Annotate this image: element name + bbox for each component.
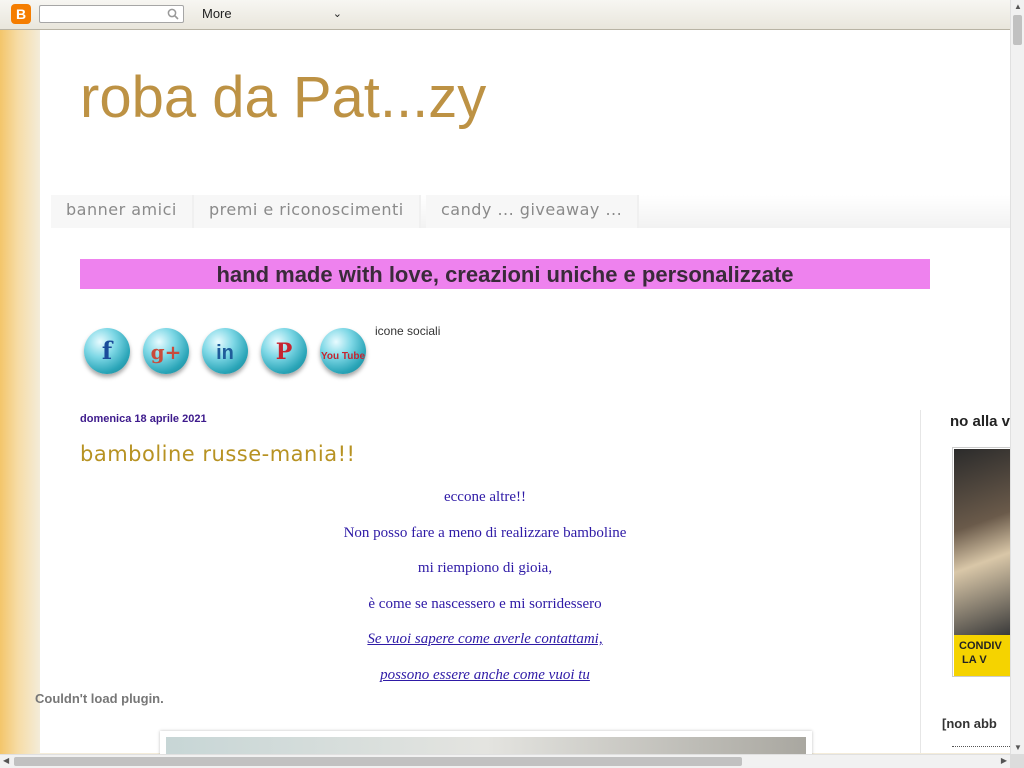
more-dropdown-label: More bbox=[202, 6, 232, 21]
chevron-down-icon: ⌄ bbox=[332, 8, 342, 20]
custom-order-link[interactable]: possono essere anche come vuoi tu bbox=[380, 667, 590, 683]
sidebar-dotted-divider bbox=[952, 746, 1012, 747]
plugin-error-message: Couldn't load plugin. bbox=[35, 691, 164, 706]
post-line: è come se nascessero e mi sorridessero bbox=[368, 595, 602, 612]
google-plus-glyph: g+ bbox=[150, 340, 182, 364]
pinterest-icon[interactable]: P bbox=[261, 328, 307, 374]
cat-banner-text: CONDIV LA V bbox=[954, 635, 1010, 676]
page-tabs: banner amici premi e riconoscimenti cand… bbox=[51, 195, 1010, 228]
youtube-icon[interactable]: You Tube bbox=[320, 328, 366, 374]
pinterest-glyph: P bbox=[275, 339, 293, 365]
sidebar-widget-title: no alla v bbox=[950, 413, 1011, 430]
navbar-search-box bbox=[39, 5, 184, 24]
vertical-scrollbar[interactable]: ▲ ▼ bbox=[1010, 0, 1024, 754]
tab-banner-amici[interactable]: banner amici bbox=[51, 195, 194, 228]
blog-page: roba da Pat...zy banner amici premi e ri… bbox=[40, 30, 1012, 761]
tab-candy-giveaway[interactable]: candy ... giveaway ... bbox=[426, 195, 640, 228]
post-line: mi riempiono di gioia, bbox=[417, 560, 553, 577]
scroll-up-icon[interactable]: ▲ bbox=[1014, 2, 1022, 11]
facebook-glyph: f bbox=[101, 336, 113, 365]
post-title[interactable]: bamboline russe-mania!! bbox=[80, 442, 355, 466]
social-icons-label: icone sociali bbox=[375, 324, 441, 338]
blog-title[interactable]: roba da Pat...zy bbox=[80, 64, 486, 131]
scrollbar-corner bbox=[1010, 754, 1024, 768]
horizontal-scroll-thumb[interactable] bbox=[14, 757, 742, 766]
post-line: eccone altre!! bbox=[443, 489, 527, 505]
more-dropdown[interactable]: More ⌄ bbox=[202, 6, 344, 24]
google-plus-icon[interactable]: g+ bbox=[143, 328, 189, 374]
linkedin-icon[interactable]: in bbox=[202, 328, 248, 374]
column-divider bbox=[920, 410, 921, 753]
scroll-down-icon[interactable]: ▼ bbox=[1014, 743, 1022, 752]
blogger-logo-icon[interactable]: B bbox=[11, 4, 31, 24]
cat-photo bbox=[954, 449, 1010, 635]
tagline-banner: hand made with love, creazioni uniche e … bbox=[80, 259, 930, 289]
post-line: Non posso fare a meno di realizzare bamb… bbox=[343, 524, 627, 541]
post-body: eccone altre!! Non posso fare a meno di … bbox=[80, 485, 890, 699]
horizontal-scrollbar[interactable]: ◀ ▶ bbox=[0, 754, 1024, 768]
scroll-left-icon[interactable]: ◀ bbox=[3, 756, 9, 765]
vertical-scroll-thumb[interactable] bbox=[1013, 15, 1022, 45]
tab-premi-riconoscimenti[interactable]: premi e riconoscimenti bbox=[194, 195, 421, 228]
navbar-search-input[interactable] bbox=[43, 8, 167, 24]
sidebar-cat-banner[interactable]: CONDIV LA V bbox=[952, 447, 1012, 677]
post-date: domenica 18 aprile 2021 bbox=[80, 413, 207, 425]
sidebar-broken-image-alt: [non abb bbox=[942, 716, 997, 731]
search-icon[interactable] bbox=[167, 8, 179, 20]
contact-link[interactable]: Se vuoi sapere come averle contattami, bbox=[367, 631, 602, 647]
blogger-navbar: B More ⌄ bbox=[0, 0, 1010, 30]
facebook-icon[interactable]: f bbox=[84, 328, 130, 374]
scroll-right-icon[interactable]: ▶ bbox=[1001, 756, 1007, 765]
youtube-glyph: You Tube bbox=[320, 351, 366, 362]
linkedin-glyph: in bbox=[216, 342, 234, 364]
